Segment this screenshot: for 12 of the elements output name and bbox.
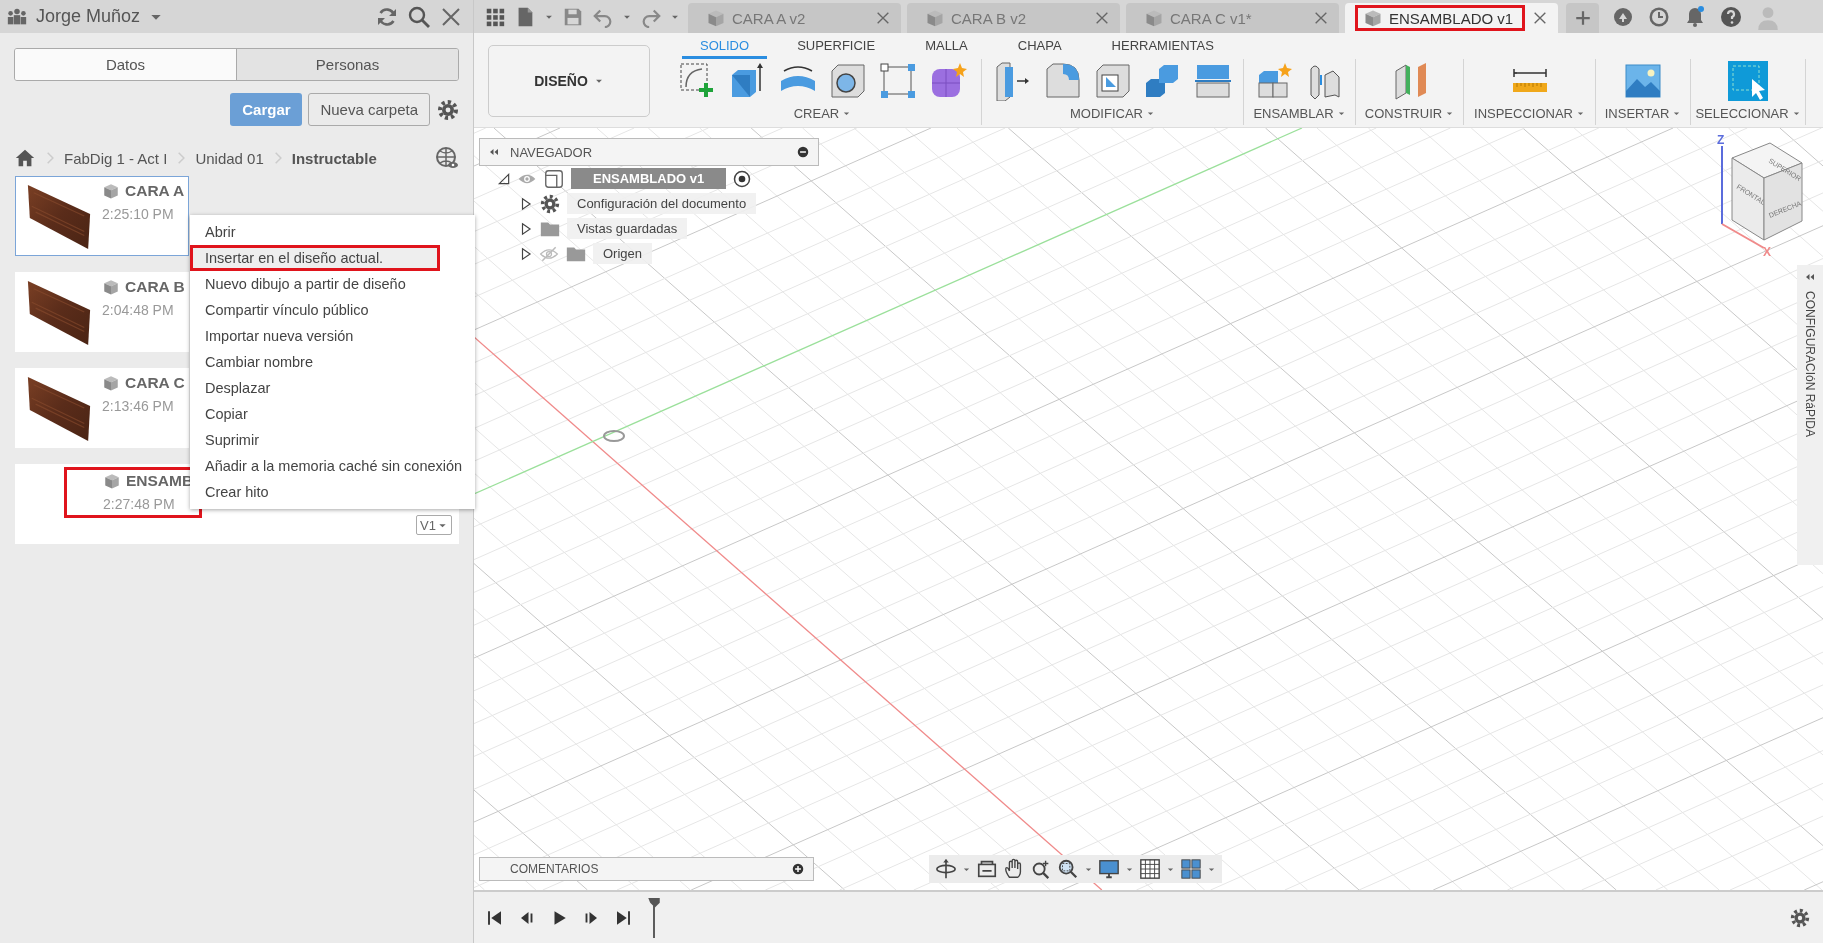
user-name: Jorge Muñoz <box>36 6 141 27</box>
file-time: 2:04:48 PM <box>102 302 175 318</box>
file-name: CARA C <box>125 374 185 392</box>
axis-label: X <box>1763 245 1771 259</box>
file-name: CARA A <box>125 182 185 200</box>
file-time: 2:13:46 PM <box>102 398 175 414</box>
axis-label: Z <box>1717 133 1725 147</box>
file-time: 2:27:48 PM <box>103 496 176 512</box>
panel-title: NAVEGADOR <box>510 144 593 160</box>
file-name: CARA B <box>125 278 185 296</box>
file-time: 2:25:10 PM <box>102 206 175 222</box>
file-name: ENSAMB <box>126 472 194 490</box>
